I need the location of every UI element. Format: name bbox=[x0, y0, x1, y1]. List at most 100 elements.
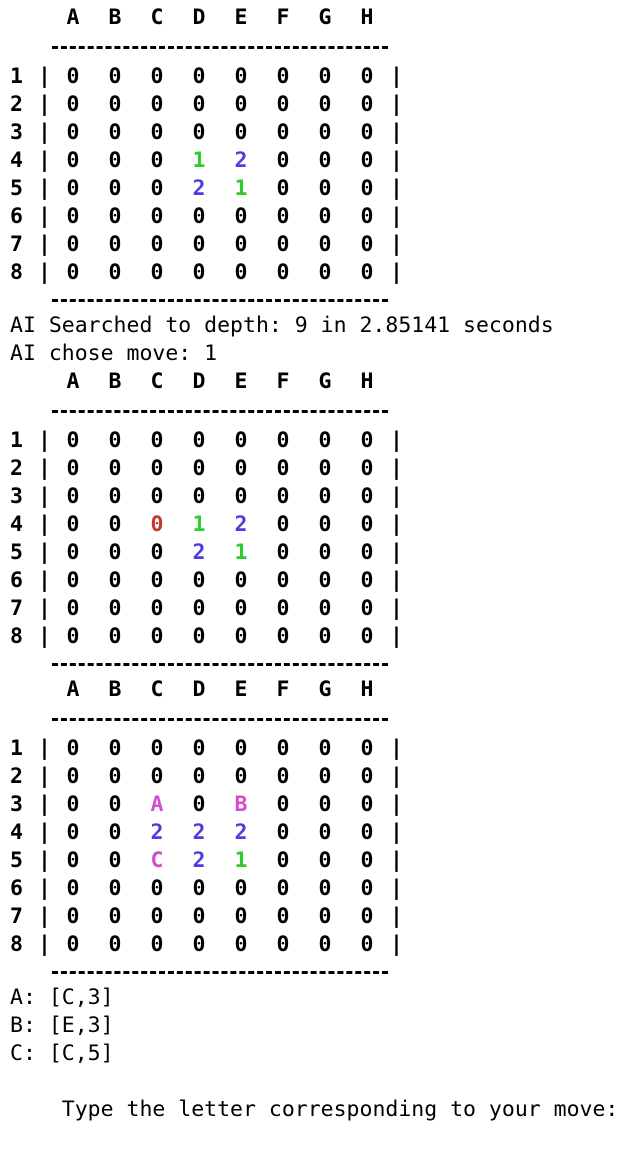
board-left-border: | bbox=[38, 820, 51, 845]
row-label-4: 4 bbox=[10, 820, 23, 845]
board-cell-c8: 0 bbox=[150, 260, 164, 285]
move-prompt[interactable]: Type the letter corresponding to your mo… bbox=[10, 1068, 619, 1122]
column-header-h: H bbox=[360, 5, 374, 30]
board-left-border: | bbox=[38, 764, 51, 789]
board-right-border: | bbox=[390, 764, 403, 789]
board-cell-e3: 0 bbox=[234, 484, 248, 509]
board-cell-h8: 0 bbox=[360, 260, 374, 285]
board-right-border: | bbox=[390, 624, 403, 649]
board-cell-e5: 1 bbox=[234, 176, 248, 201]
option-a: A: [C,3] bbox=[10, 985, 114, 1010]
column-header-a: A bbox=[66, 369, 80, 394]
board-cell-f1: 0 bbox=[276, 64, 290, 89]
board-cell-f5: 0 bbox=[276, 848, 290, 873]
board-cell-d7: 0 bbox=[192, 596, 206, 621]
column-header-d: D bbox=[192, 5, 206, 30]
board-cell-c2: 0 bbox=[150, 456, 164, 481]
board-cell-a5: 0 bbox=[66, 848, 80, 873]
board-cell-d6: 0 bbox=[192, 204, 206, 229]
board-cell-e4: 2 bbox=[234, 148, 248, 173]
board-cell-a6: 0 bbox=[66, 568, 80, 593]
board-cell-h1: 0 bbox=[360, 64, 374, 89]
board-cell-f2: 0 bbox=[276, 456, 290, 481]
board-cell-g1: 0 bbox=[318, 64, 332, 89]
board-left-border: | bbox=[38, 484, 51, 509]
board-cell-d3: 0 bbox=[192, 792, 206, 817]
board-cell-g2: 0 bbox=[318, 456, 332, 481]
board-cell-e5: 1 bbox=[234, 848, 248, 873]
board-cell-b8: 0 bbox=[108, 260, 122, 285]
board-cell-c7: 0 bbox=[150, 904, 164, 929]
board-cell-c4: 0 bbox=[150, 512, 164, 537]
option-b: B: [E,3] bbox=[10, 1013, 114, 1038]
board-left-border: | bbox=[38, 512, 51, 537]
board-cell-b7: 0 bbox=[108, 596, 122, 621]
board-cell-d2: 0 bbox=[192, 456, 206, 481]
board-top-rule bbox=[52, 46, 388, 49]
row-label-3: 3 bbox=[10, 792, 23, 817]
board-left-border: | bbox=[38, 792, 51, 817]
board-cell-c5: 0 bbox=[150, 176, 164, 201]
board-cell-f7: 0 bbox=[276, 904, 290, 929]
board-cell-d7: 0 bbox=[192, 232, 206, 257]
board-bottom-rule bbox=[52, 299, 388, 302]
board-cell-c5: 0 bbox=[150, 540, 164, 565]
board-cell-h1: 0 bbox=[360, 428, 374, 453]
column-header-d: D bbox=[192, 369, 206, 394]
board-cell-a7: 0 bbox=[66, 232, 80, 257]
board-right-border: | bbox=[390, 148, 403, 173]
board-cell-e7: 0 bbox=[234, 904, 248, 929]
row-label-3: 3 bbox=[10, 484, 23, 509]
board-cell-h1: 0 bbox=[360, 736, 374, 761]
board-cell-e8: 0 bbox=[234, 624, 248, 649]
board-cell-d8: 0 bbox=[192, 260, 206, 285]
board-cell-e3: B bbox=[234, 792, 248, 817]
board-cell-b5: 0 bbox=[108, 848, 122, 873]
board-cell-a4: 0 bbox=[66, 820, 80, 845]
board-cell-d4: 1 bbox=[192, 512, 206, 537]
column-header-e: E bbox=[234, 5, 248, 30]
board-cell-f5: 0 bbox=[276, 540, 290, 565]
board-cell-b1: 0 bbox=[108, 736, 122, 761]
board-cell-a8: 0 bbox=[66, 624, 80, 649]
board-cell-e1: 0 bbox=[234, 64, 248, 89]
board-cell-a6: 0 bbox=[66, 204, 80, 229]
board-cell-e7: 0 bbox=[234, 232, 248, 257]
board-cell-h2: 0 bbox=[360, 764, 374, 789]
column-header-g: G bbox=[318, 369, 332, 394]
board-right-border: | bbox=[390, 120, 403, 145]
board-right-border: | bbox=[390, 736, 403, 761]
board-cell-c6: 0 bbox=[150, 204, 164, 229]
board-cell-h5: 0 bbox=[360, 176, 374, 201]
board-cell-h4: 0 bbox=[360, 512, 374, 537]
board-left-border: | bbox=[38, 204, 51, 229]
board-cell-f4: 0 bbox=[276, 148, 290, 173]
board-cell-h6: 0 bbox=[360, 568, 374, 593]
board-cell-f8: 0 bbox=[276, 932, 290, 957]
board-cell-a3: 0 bbox=[66, 484, 80, 509]
board-left-border: | bbox=[38, 568, 51, 593]
column-header-a: A bbox=[66, 677, 80, 702]
board-cell-b1: 0 bbox=[108, 64, 122, 89]
board-cell-g6: 0 bbox=[318, 204, 332, 229]
board-cell-c7: 0 bbox=[150, 596, 164, 621]
board-cell-f1: 0 bbox=[276, 736, 290, 761]
board-cell-f1: 0 bbox=[276, 428, 290, 453]
board-cell-b5: 0 bbox=[108, 540, 122, 565]
board-cell-b6: 0 bbox=[108, 204, 122, 229]
board-left-border: | bbox=[38, 260, 51, 285]
board-cell-f7: 0 bbox=[276, 596, 290, 621]
board-cell-h4: 0 bbox=[360, 148, 374, 173]
row-label-1: 1 bbox=[10, 428, 23, 453]
row-label-6: 6 bbox=[10, 876, 23, 901]
board-cell-a2: 0 bbox=[66, 92, 80, 117]
board-cell-g2: 0 bbox=[318, 92, 332, 117]
board-cell-d4: 2 bbox=[192, 820, 206, 845]
board-cell-a5: 0 bbox=[66, 540, 80, 565]
board-cell-f3: 0 bbox=[276, 120, 290, 145]
board-right-border: | bbox=[390, 820, 403, 845]
board-cell-a2: 0 bbox=[66, 764, 80, 789]
column-header-g: G bbox=[318, 5, 332, 30]
board-right-border: | bbox=[390, 904, 403, 929]
board-cell-g3: 0 bbox=[318, 484, 332, 509]
